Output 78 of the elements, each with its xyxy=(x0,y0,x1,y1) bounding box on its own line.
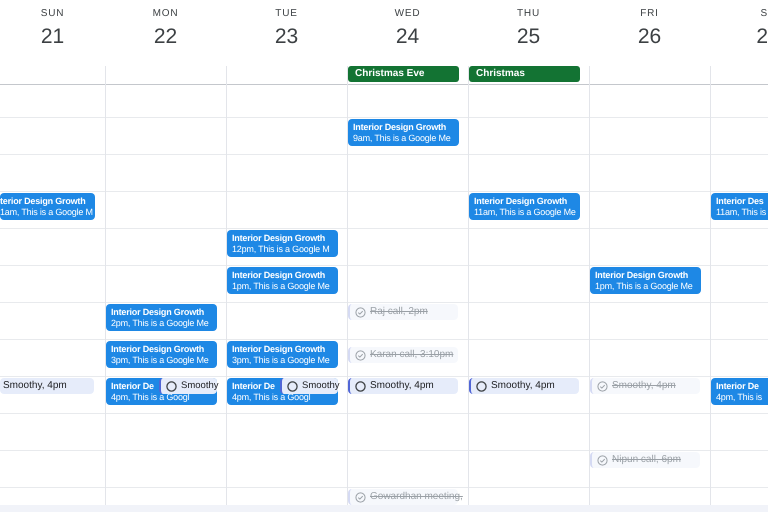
meeting-event[interactable]: Interior De Smoothy 4pm, This is a Googl xyxy=(106,378,217,405)
event-title: Interior Design Growth xyxy=(111,344,204,354)
event-title: Interior De xyxy=(232,380,275,392)
task-title: Smoothy xyxy=(302,380,340,392)
check-circle-icon xyxy=(597,454,608,466)
day-number[interactable]: 21 xyxy=(40,24,64,50)
circle-icon xyxy=(287,380,298,392)
task-chip[interactable]: Smoothy, 4pm xyxy=(348,378,458,394)
circle-icon xyxy=(166,380,177,392)
day-label: THU xyxy=(517,8,540,20)
task-title: Smoothy, 4pm xyxy=(3,380,67,392)
day-number[interactable]: 22 xyxy=(154,24,178,50)
meeting-event[interactable]: Interior Design Growth 9am, This is a Google Me xyxy=(348,119,459,146)
event-detail: 1pm, This is a Google Me xyxy=(232,280,330,292)
circle-icon xyxy=(355,380,366,392)
event-title: Interior Design Growth xyxy=(232,344,326,354)
meeting-event[interactable]: Interior Design Growth 1pm, This is a Google Me xyxy=(227,267,338,294)
event-detail: 12pm, This is a Google M xyxy=(232,244,330,254)
check-circle-icon xyxy=(355,350,366,360)
event-detail: 4pm, This is a Googl xyxy=(111,392,190,402)
day-label: S xyxy=(760,8,768,20)
event-detail: 9am, This is a Google Me xyxy=(353,132,451,144)
day-number[interactable]: 23 xyxy=(274,24,298,50)
day-label: TUE xyxy=(275,8,298,20)
task-title: Smoothy xyxy=(181,380,218,392)
event-detail: 11am, This is a Google Me xyxy=(474,206,576,218)
event-title: Interior Design Growth xyxy=(595,270,688,280)
meeting-event[interactable]: Interior Design Growth 3pm, This is a Google Me xyxy=(227,341,338,368)
task-title: Raj call, 2pm xyxy=(370,306,428,318)
task-title: Smoothy, 4pm xyxy=(491,380,555,392)
event-detail: 2pm, This is a Google Me xyxy=(111,318,209,328)
day-number[interactable]: 25 xyxy=(516,24,540,50)
meeting-event[interactable]: Interior Design Growth 12pm, This is a Google M xyxy=(227,230,338,257)
event-detail: 3pm, This is a Google Me xyxy=(232,354,330,366)
task-chip[interactable]: Smoothy xyxy=(280,378,338,394)
check-circle-icon xyxy=(597,380,608,392)
event-title: Interior Design Growth xyxy=(232,232,326,244)
event-title: terior Design Growth xyxy=(0,196,86,206)
day-number[interactable]: 24 xyxy=(396,24,420,50)
meeting-event[interactable]: Interior Des 11am, This is xyxy=(711,193,768,220)
event-detail: 11am, This is xyxy=(716,206,766,218)
day-label: MON xyxy=(152,8,178,20)
event-detail: 4pm, This is xyxy=(716,392,762,402)
event-title: Interior De xyxy=(716,380,759,392)
task-title: Smoothy, 4pm xyxy=(612,380,676,392)
meeting-event[interactable]: Interior De Smoothy 4pm, This is a Googl xyxy=(227,378,338,405)
event-title: Interior Design Growth xyxy=(232,270,326,280)
day-label: SUN xyxy=(40,8,64,20)
day-label: FRI xyxy=(640,8,659,20)
check-circle-icon xyxy=(355,306,366,318)
holiday-event[interactable]: Christmas Eve xyxy=(348,66,459,82)
circle-icon xyxy=(476,380,487,392)
event-title: Interior De xyxy=(111,380,154,392)
day-number[interactable]: 26 xyxy=(638,24,662,50)
meeting-event[interactable]: terior Design Growth 1am, This is a Google M xyxy=(0,193,95,220)
event-detail: 4pm, This is a Googl xyxy=(232,392,310,402)
meeting-event[interactable]: Interior De 4pm, This is xyxy=(711,378,768,405)
meeting-event[interactable]: Interior Design Growth 1pm, This is a Google Me xyxy=(590,267,701,294)
event-title: Interior Design Growth xyxy=(474,196,568,206)
meeting-event[interactable]: Interior Design Growth 11am, This is a Google Me xyxy=(469,193,580,220)
event-title: Interior Design Growth xyxy=(111,306,204,318)
day-number[interactable]: 2 xyxy=(756,24,768,50)
task-title: Nipun call, 6pm xyxy=(612,454,681,466)
event-detail: 3pm, This is a Google Me xyxy=(111,354,209,366)
meeting-event[interactable]: Interior Design Growth 2pm, This is a Google Me xyxy=(106,304,217,331)
event-detail: 1am, This is a Google M xyxy=(0,206,93,218)
task-chip[interactable]: Smoothy, 4pm xyxy=(0,378,94,394)
check-circle-icon xyxy=(355,492,366,502)
meeting-event[interactable]: Interior Design Growth 3pm, This is a Google Me xyxy=(106,341,217,368)
task-title: Karan call, 3:10pm xyxy=(370,349,454,361)
event-title: Interior Design Growth xyxy=(353,122,446,132)
event-title: Interior Des xyxy=(716,196,764,206)
event-detail: 1pm, This is a Google Me xyxy=(595,280,693,292)
day-label: WED xyxy=(394,8,420,20)
task-title: Smoothy, 4pm xyxy=(370,380,434,392)
holiday-event[interactable]: Christmas xyxy=(469,66,580,82)
task-chip[interactable]: Smoothy xyxy=(159,378,217,394)
task-chip[interactable]: Smoothy, 4pm xyxy=(469,378,579,394)
